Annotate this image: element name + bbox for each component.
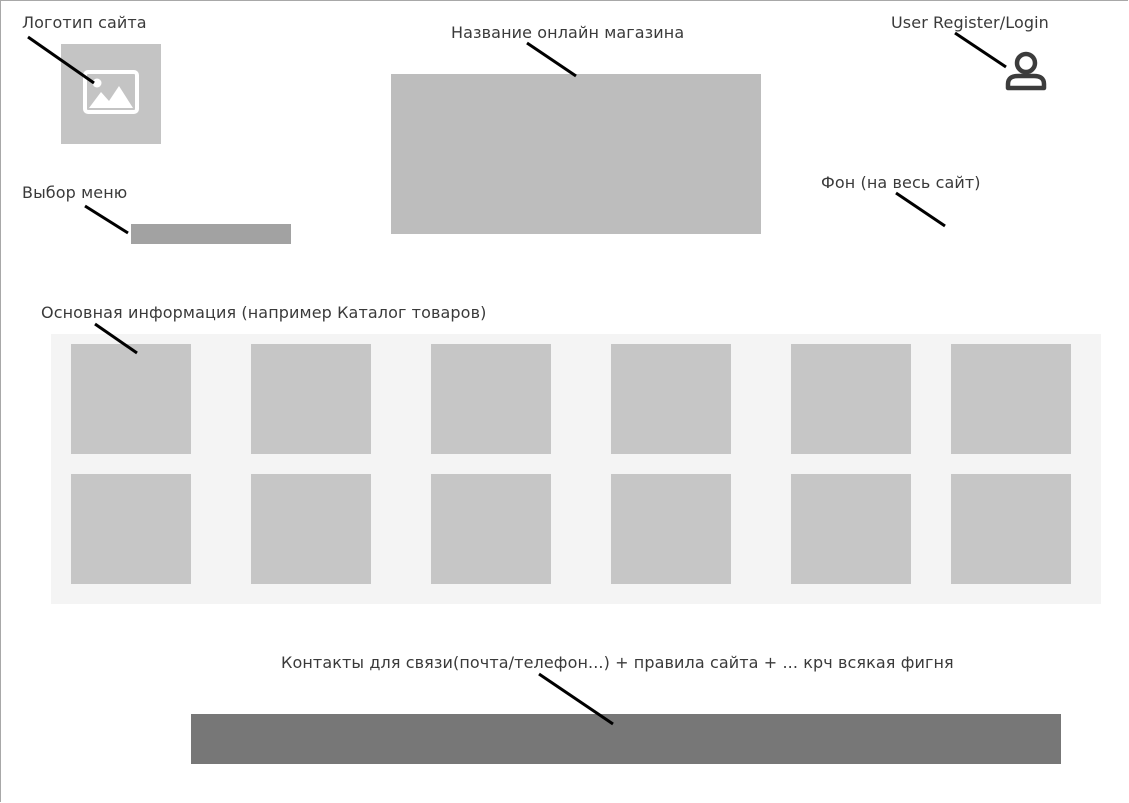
catalog-tile[interactable] xyxy=(611,474,731,584)
catalog-tile[interactable] xyxy=(431,344,551,454)
catalog-tile[interactable] xyxy=(951,474,1071,584)
user-label: User Register/Login xyxy=(891,13,1049,32)
catalog-tile[interactable] xyxy=(791,344,911,454)
footer-label: Контакты для связи(почта/телефон...) + п… xyxy=(281,653,954,672)
store-name-block xyxy=(391,74,761,234)
catalog-tile[interactable] xyxy=(251,474,371,584)
catalog-tile[interactable] xyxy=(71,344,191,454)
catalog-tile[interactable] xyxy=(951,344,1071,454)
catalog-tile[interactable] xyxy=(611,344,731,454)
menu-label: Выбор меню xyxy=(22,183,128,202)
store-name-label: Название онлайн магазина xyxy=(451,23,685,42)
user-icon[interactable] xyxy=(1003,50,1049,92)
catalog-tile[interactable] xyxy=(791,474,911,584)
catalog-area xyxy=(51,334,1101,604)
catalog-tile[interactable] xyxy=(71,474,191,584)
site-logo[interactable] xyxy=(61,44,161,144)
background-label: Фон (на весь сайт) xyxy=(821,173,981,192)
footer-block xyxy=(191,714,1061,764)
menu-select-bar[interactable] xyxy=(131,224,291,244)
logo-label: Логотип сайта xyxy=(22,13,147,32)
main-info-label: Основная информация (например Каталог то… xyxy=(41,303,487,322)
catalog-tile[interactable] xyxy=(251,344,371,454)
catalog-tile[interactable] xyxy=(431,474,551,584)
image-placeholder-icon xyxy=(83,70,139,118)
